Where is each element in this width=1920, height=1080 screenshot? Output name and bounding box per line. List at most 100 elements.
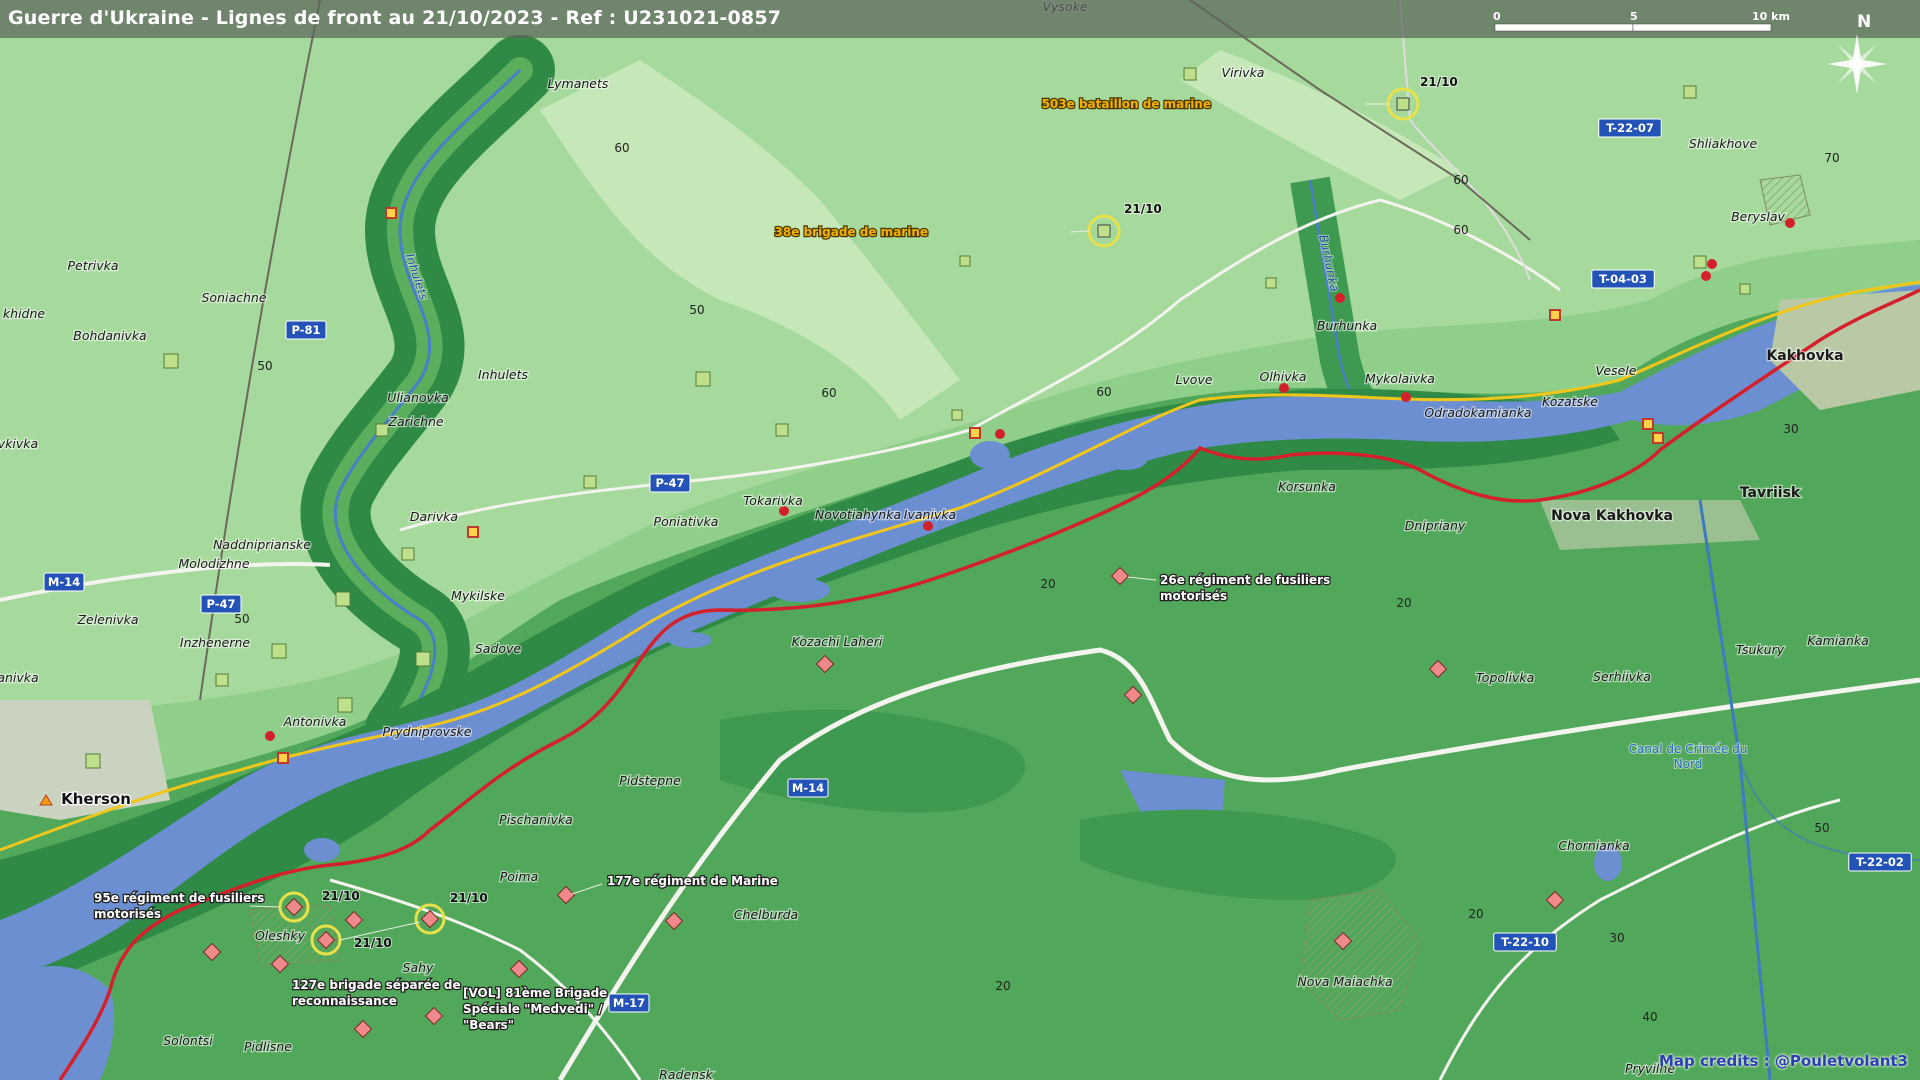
place-label: Inhulets xyxy=(478,367,529,382)
lake xyxy=(770,578,830,602)
place-label: Solontsi xyxy=(163,1033,213,1048)
ru-unit-label: "Bears" xyxy=(463,1018,514,1032)
place-label: Olhivka xyxy=(1259,369,1306,384)
compass-rose: N xyxy=(1827,12,1887,94)
lake xyxy=(304,838,340,862)
place-label: anivka xyxy=(0,670,39,685)
elevation-label: 50 xyxy=(689,303,704,317)
ru-unit-label: motorisés xyxy=(94,907,161,921)
date-label: 21/10 xyxy=(1124,202,1162,216)
place-label: Molodizhne xyxy=(178,556,249,571)
place-label: Kamianka xyxy=(1807,633,1869,648)
road-badge-label: P-81 xyxy=(291,323,320,337)
place-label: Kherson xyxy=(61,790,131,808)
scale-label-10: 10 km xyxy=(1752,10,1790,23)
place-label: Chornianka xyxy=(1558,838,1629,853)
place-label: Poima xyxy=(500,869,539,884)
elevation-label: 50 xyxy=(257,359,272,373)
place-label: Tavriisk xyxy=(1740,485,1801,501)
place-label: Dnipriany xyxy=(1405,518,1466,533)
date-label: 21/10 xyxy=(1420,75,1458,89)
place-label: vkivka xyxy=(0,436,38,451)
place-label: Mykolaivka xyxy=(1365,371,1435,386)
scale-label-0: 0 xyxy=(1493,10,1501,23)
elevation-label: 60 xyxy=(1453,173,1468,187)
place-label: Nova Kakhovka xyxy=(1551,508,1673,524)
place-label: Kakhovka xyxy=(1766,348,1843,364)
ru-unit-label: Spéciale "Medvedi" / xyxy=(463,1002,603,1016)
place-label: Prydniprovske xyxy=(383,724,472,739)
ru-unit-label: 127e brigade séparée de xyxy=(292,978,461,992)
lake xyxy=(1103,450,1147,470)
map-svg[interactable]: VysokeLymanetsVirivkaShliakhoveBeryslavP… xyxy=(0,0,1920,1080)
ru-unit-label: 95e régiment de fusiliers xyxy=(94,891,264,905)
road-badge-label: P-47 xyxy=(206,597,235,611)
ua-unit-label: 503e bataillon de marine xyxy=(1042,97,1211,111)
place-label: Shliakhove xyxy=(1689,136,1758,151)
ru-unit-label: reconnaissance xyxy=(292,994,397,1008)
elevation-label: 60 xyxy=(1096,385,1111,399)
place-label: Ivanivka xyxy=(904,507,956,522)
elevation-label: 20 xyxy=(995,979,1010,993)
place-label: Ulianovka xyxy=(387,390,449,405)
elevation-label: 50 xyxy=(234,612,249,626)
place-label: Antonivka xyxy=(283,714,347,729)
road-badge-label: T-22-10 xyxy=(1501,935,1549,949)
elevation-label: 60 xyxy=(614,141,629,155)
place-label: Mykilske xyxy=(451,588,505,603)
place-label: Korsunka xyxy=(1278,479,1336,494)
date-label: 21/10 xyxy=(322,889,360,903)
elevation-label: 60 xyxy=(1453,223,1468,237)
elevation-label: 20 xyxy=(1040,577,1055,591)
elevation-label: 30 xyxy=(1783,422,1798,436)
scale-segment xyxy=(1494,23,1634,32)
place-label: Sahy xyxy=(403,960,435,975)
place-label: Beryslav xyxy=(1731,209,1785,224)
date-label: 21/10 xyxy=(354,936,392,950)
elevation-label: 30 xyxy=(1609,931,1624,945)
map-title: Guerre d'Ukraine - Lignes de front au 21… xyxy=(8,7,782,29)
ru-unit-label: [VOL] 81ème Brigade xyxy=(463,986,607,1000)
lake xyxy=(668,632,712,648)
place-label: Inzhenerne xyxy=(180,635,250,650)
place-label: Kozatske xyxy=(1542,394,1598,409)
lake xyxy=(970,441,1010,469)
place-label: Radensk xyxy=(659,1067,713,1080)
road-badge-label: M-14 xyxy=(792,781,824,795)
place-label: khidne xyxy=(3,306,45,321)
place-label: Zelenivka xyxy=(76,612,138,627)
place-label: Oleshky xyxy=(255,928,306,943)
place-label: Soniachne xyxy=(201,290,266,305)
place-label: Poniativka xyxy=(654,514,719,529)
scale-bar: 0 5 10 km xyxy=(1493,10,1790,32)
elevation-label: 50 xyxy=(1814,821,1829,835)
place-label: Vesele xyxy=(1596,363,1637,378)
north-label: N xyxy=(1857,12,1871,32)
ua-unit-label: 38e brigade de marine xyxy=(775,225,928,239)
place-label: Tsukury xyxy=(1736,642,1785,657)
elevation-label: 40 xyxy=(1642,1010,1657,1024)
elevation-label: 60 xyxy=(821,386,836,400)
map-canvas[interactable]: VysokeLymanetsVirivkaShliakhoveBeryslavP… xyxy=(0,0,1920,1080)
road-badge-label: T-22-07 xyxy=(1606,121,1654,135)
place-label: Serhiivka xyxy=(1593,669,1651,684)
road-badge-label: P-47 xyxy=(655,476,684,490)
place-label: Nova Maiachka xyxy=(1297,974,1392,989)
ru-unit-label: 26e régiment de fusiliers xyxy=(1160,573,1330,587)
road-badge-label: M-14 xyxy=(48,575,80,589)
road-badge-label: T-04-03 xyxy=(1599,272,1647,286)
place-label: Kozachi Laheri xyxy=(792,634,883,649)
road-badge-label: M-17 xyxy=(613,996,645,1010)
place-label: Tokarivka xyxy=(743,493,803,508)
place-label: Naddniprianske xyxy=(213,537,311,552)
elevation-label: 20 xyxy=(1468,907,1483,921)
place-label: Pischanivka xyxy=(499,812,573,827)
place-label: Virivka xyxy=(1222,65,1265,80)
elevation-label: 20 xyxy=(1396,596,1411,610)
scale-segment xyxy=(1632,23,1772,32)
place-label: Pidstepne xyxy=(619,773,681,788)
place-label: Topolivka xyxy=(1476,670,1535,685)
place-label: Chelburda xyxy=(734,907,798,922)
map-credits: Map credits : @Pouletvolant3 xyxy=(1659,1052,1908,1070)
place-label: Petrivka xyxy=(67,258,118,273)
